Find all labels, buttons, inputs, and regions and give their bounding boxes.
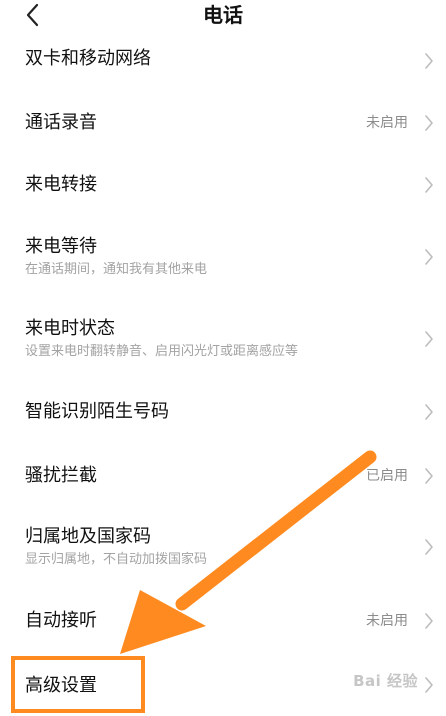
chevron-right-icon	[425, 677, 433, 693]
setting-row-dual-sim[interactable]: 双卡和移动网络	[0, 40, 446, 84]
row-status: 未启用	[366, 613, 408, 629]
chevron-right-icon	[425, 177, 433, 193]
chevron-right-icon	[425, 539, 433, 555]
app-header: 电话	[0, 0, 446, 30]
setting-row-location-country-code[interactable]: 归属地及国家码 显示归属地，不自动加拨国家码	[0, 518, 446, 578]
setting-row-call-waiting[interactable]: 来电等待 在通话期间，通知我有其他来电	[0, 228, 446, 288]
chevron-right-icon	[425, 115, 433, 131]
setting-row-harassment-block[interactable]: 骚扰拦截 已启用	[0, 454, 446, 498]
setting-row-incoming-call-state[interactable]: 来电时状态 设置来电时翻转静音、启用闪光灯或距离感应等	[0, 310, 446, 370]
chevron-right-icon	[425, 53, 433, 69]
highlight-box	[11, 656, 145, 713]
row-description: 设置来电时翻转静音、启用闪光灯或距离感应等	[25, 344, 299, 359]
row-label: 双卡和移动网络	[25, 48, 151, 69]
row-label: 归属地及国家码	[25, 526, 151, 547]
row-description: 显示归属地，不自动加拨国家码	[25, 552, 208, 567]
chevron-right-icon	[425, 249, 433, 265]
row-status: 未启用	[366, 115, 408, 131]
row-label: 骚扰拦截	[25, 465, 97, 486]
page-title: 电话	[203, 3, 243, 27]
row-label: 自动接听	[25, 610, 97, 631]
chevron-right-icon	[425, 468, 433, 484]
row-label: 来电转接	[25, 174, 97, 195]
chevron-right-icon	[425, 404, 433, 420]
setting-row-unknown-number-id[interactable]: 智能识别陌生号码	[0, 390, 446, 434]
watermark: Bai 经验	[353, 672, 418, 690]
setting-row-call-recording[interactable]: 通话录音 未启用	[0, 102, 446, 146]
chevron-right-icon	[425, 613, 433, 629]
row-label: 来电时状态	[25, 318, 115, 339]
setting-row-auto-answer[interactable]: 自动接听 未启用	[0, 598, 446, 642]
row-label: 来电等待	[25, 236, 97, 257]
row-label: 智能识别陌生号码	[25, 401, 169, 422]
chevron-right-icon	[425, 331, 433, 347]
row-status: 已启用	[366, 468, 408, 484]
setting-row-call-forwarding[interactable]: 来电转接	[0, 164, 446, 208]
row-label: 通话录音	[25, 112, 97, 133]
row-description: 在通话期间，通知我有其他来电	[25, 262, 208, 277]
